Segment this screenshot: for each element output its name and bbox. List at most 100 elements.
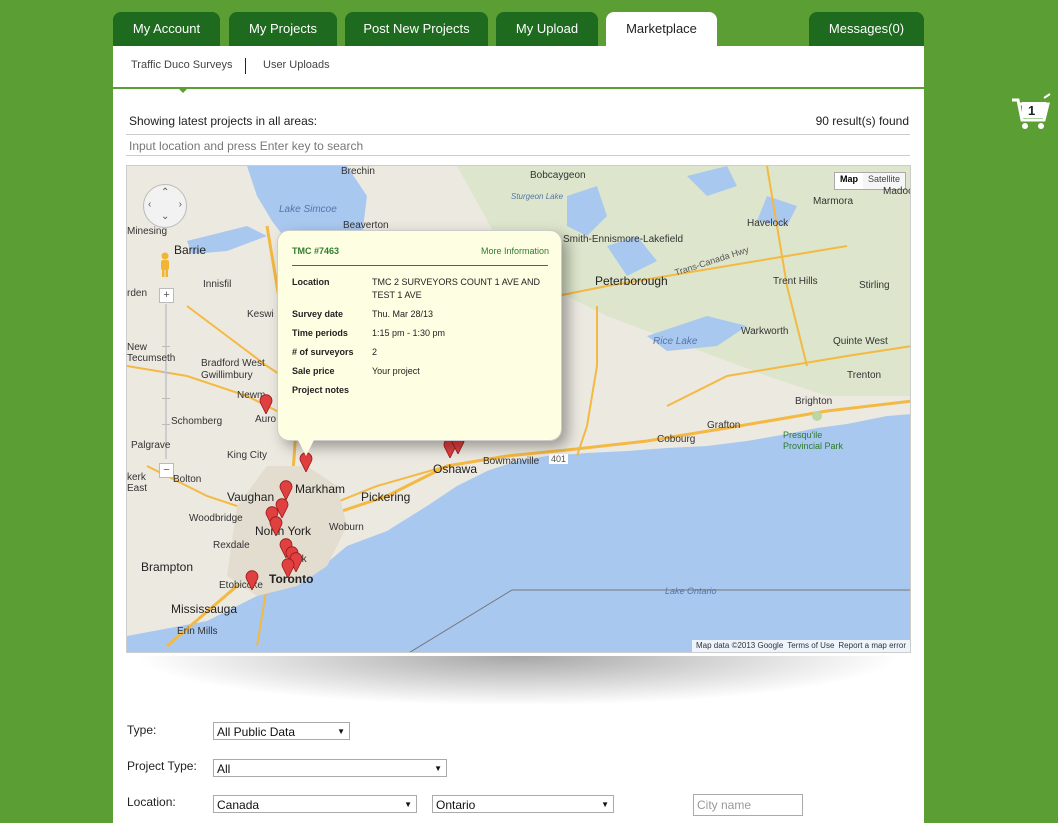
more-information-link[interactable]: More Information <box>481 246 549 256</box>
pan-down-icon[interactable]: ⌄ <box>161 211 169 222</box>
pan-left-icon[interactable]: ‹ <box>148 199 151 210</box>
popup-label-project-notes: Project notes <box>292 385 350 395</box>
type-label: Type: <box>127 723 157 737</box>
map-label: Smith-Ennismore-Lakefield <box>563 234 684 245</box>
tab-my-projects[interactable]: My Projects <box>229 12 337 46</box>
subnav-active-caret <box>177 87 189 93</box>
map-label: Cobourg <box>657 434 696 445</box>
project-type-select[interactable]: All ▼ <box>213 759 447 777</box>
map-label: Brechin <box>341 166 375 177</box>
subnav-divider <box>245 58 246 74</box>
map-label: Madoc <box>883 186 911 197</box>
popup-label-surveyors: # of surveyors <box>292 347 354 357</box>
results-count: 90 result(s) found <box>815 114 909 128</box>
map-label: Havelock <box>747 218 789 229</box>
zoom-tick <box>162 372 170 373</box>
map-attribution: Map data ©2013 Google Terms of Use Repor… <box>691 640 910 652</box>
city-name-input[interactable]: City name <box>693 794 803 816</box>
map-label: Trent Hills <box>773 276 818 287</box>
shopping-cart-icon[interactable]: 1 <box>1010 92 1052 134</box>
popup-title[interactable]: TMC #7463 <box>292 246 339 256</box>
map-label: Bobcaygeon <box>530 170 586 181</box>
project-pin[interactable] <box>279 480 293 500</box>
tab-my-upload[interactable]: My Upload <box>496 12 598 46</box>
tab-post-new-projects[interactable]: Post New Projects <box>345 12 488 46</box>
country-select[interactable]: Canada ▼ <box>213 795 417 813</box>
map-label: Woodbridge <box>189 513 243 524</box>
map-view[interactable]: Map Satellite ⌃ ⌄ ‹ › + − Brechin Bobcay… <box>126 165 911 653</box>
project-pin[interactable] <box>269 516 283 536</box>
chevron-down-icon: ▼ <box>434 764 442 773</box>
report-map-error-link[interactable]: Report a map error <box>838 640 906 652</box>
location-search-input[interactable]: Input location and press Enter key to se… <box>126 134 910 156</box>
map-label: Vaughan <box>227 490 275 504</box>
map-label: Keswi <box>247 309 274 320</box>
popup-value-location: TMC 2 SURVEYORS COUNT 1 AVE AND TEST 1 A… <box>372 277 541 300</box>
map-label: Sturgeon Lake <box>511 192 564 201</box>
popup-label-survey-date: Survey date <box>292 309 344 319</box>
cart-count: 1 <box>1028 103 1035 118</box>
map-label: Rice Lake <box>653 336 698 347</box>
map-label: Brighton <box>795 396 833 407</box>
map-label: Lake Ontario <box>665 586 717 596</box>
type-select[interactable]: All Public Data ▼ <box>213 722 350 740</box>
type-select-value: All Public Data <box>217 725 296 739</box>
chevron-down-icon: ▼ <box>404 800 412 809</box>
project-type-select-value: All <box>217 762 231 776</box>
project-type-label: Project Type: <box>127 759 197 773</box>
zoom-track[interactable] <box>165 304 167 459</box>
subnav-user-uploads[interactable]: User Uploads <box>263 59 330 71</box>
tab-my-account[interactable]: My Account <box>113 12 220 46</box>
map-label: Barrie <box>174 243 207 257</box>
zoom-in-button[interactable]: + <box>159 288 174 303</box>
map-label: Grafton <box>707 420 741 431</box>
map-label: North York <box>255 524 312 538</box>
popup-value-sale-price: Your project <box>372 366 420 376</box>
location-label: Location: <box>127 795 176 809</box>
map-label: Oshawa <box>433 462 478 476</box>
zoom-tick <box>162 398 170 399</box>
main-tabs: My Account My Projects Post New Projects… <box>113 12 924 46</box>
popup-value-time-periods: 1:15 pm - 1:30 pm <box>372 328 446 338</box>
popup-label-location: Location <box>292 277 330 287</box>
project-pin[interactable] <box>245 570 259 590</box>
province-select[interactable]: Ontario ▼ <box>432 795 614 813</box>
popup-label-time-periods: Time periods <box>292 328 348 338</box>
map-label: Bradford West Gwillimbury <box>201 358 265 381</box>
main-panel: Traffic Duco Surveys User Uploads Showin… <box>113 46 924 823</box>
project-pin[interactable] <box>281 558 295 578</box>
map-label: Presqu'ile Provincial Park <box>783 430 844 451</box>
map-label: Woburn <box>329 522 364 533</box>
map-label: Bowmanville <box>483 456 540 467</box>
map-label: Marmora <box>813 196 854 207</box>
project-pin[interactable] <box>259 394 273 414</box>
map-label: Lake Simcoe <box>279 204 337 215</box>
map-label: rden <box>127 288 148 299</box>
street-view-pegman-icon[interactable] <box>158 252 172 278</box>
map-shadow <box>133 656 903 706</box>
map-data-credit: Map data ©2013 Google <box>695 641 784 650</box>
map-label: Auro <box>255 414 277 425</box>
pan-up-icon[interactable]: ⌃ <box>161 187 169 198</box>
showing-text: Showing latest projects in all areas: <box>129 114 318 128</box>
subnav-traffic-duco-surveys[interactable]: Traffic Duco Surveys <box>131 59 232 71</box>
pan-control[interactable]: ⌃ ⌄ ‹ › <box>143 184 187 228</box>
terms-of-use-link[interactable]: Terms of Use <box>787 640 834 652</box>
popup-tail <box>298 440 314 456</box>
map-label: Schomberg <box>171 416 223 427</box>
tab-messages[interactable]: Messages(0) <box>809 12 924 46</box>
project-info-popup: TMC #7463 More Information Location TMC … <box>277 230 562 456</box>
tab-marketplace[interactable]: Marketplace <box>606 12 717 46</box>
pan-right-icon[interactable]: › <box>179 199 182 210</box>
map-label: Rexdale <box>213 540 250 551</box>
map-label: Erin Mills <box>177 626 218 637</box>
sub-navigation: Traffic Duco Surveys User Uploads <box>113 46 924 93</box>
map-label: Warkworth <box>741 326 789 337</box>
map-label: King City <box>227 450 268 461</box>
map-type-map-button[interactable]: Map <box>835 173 863 189</box>
map-label: Peterborough <box>595 274 668 288</box>
map-label: Pickering <box>361 490 411 504</box>
chevron-down-icon: ▼ <box>601 800 609 809</box>
map-label: Mississauga <box>171 602 238 616</box>
map-label: Innisfil <box>203 279 232 290</box>
